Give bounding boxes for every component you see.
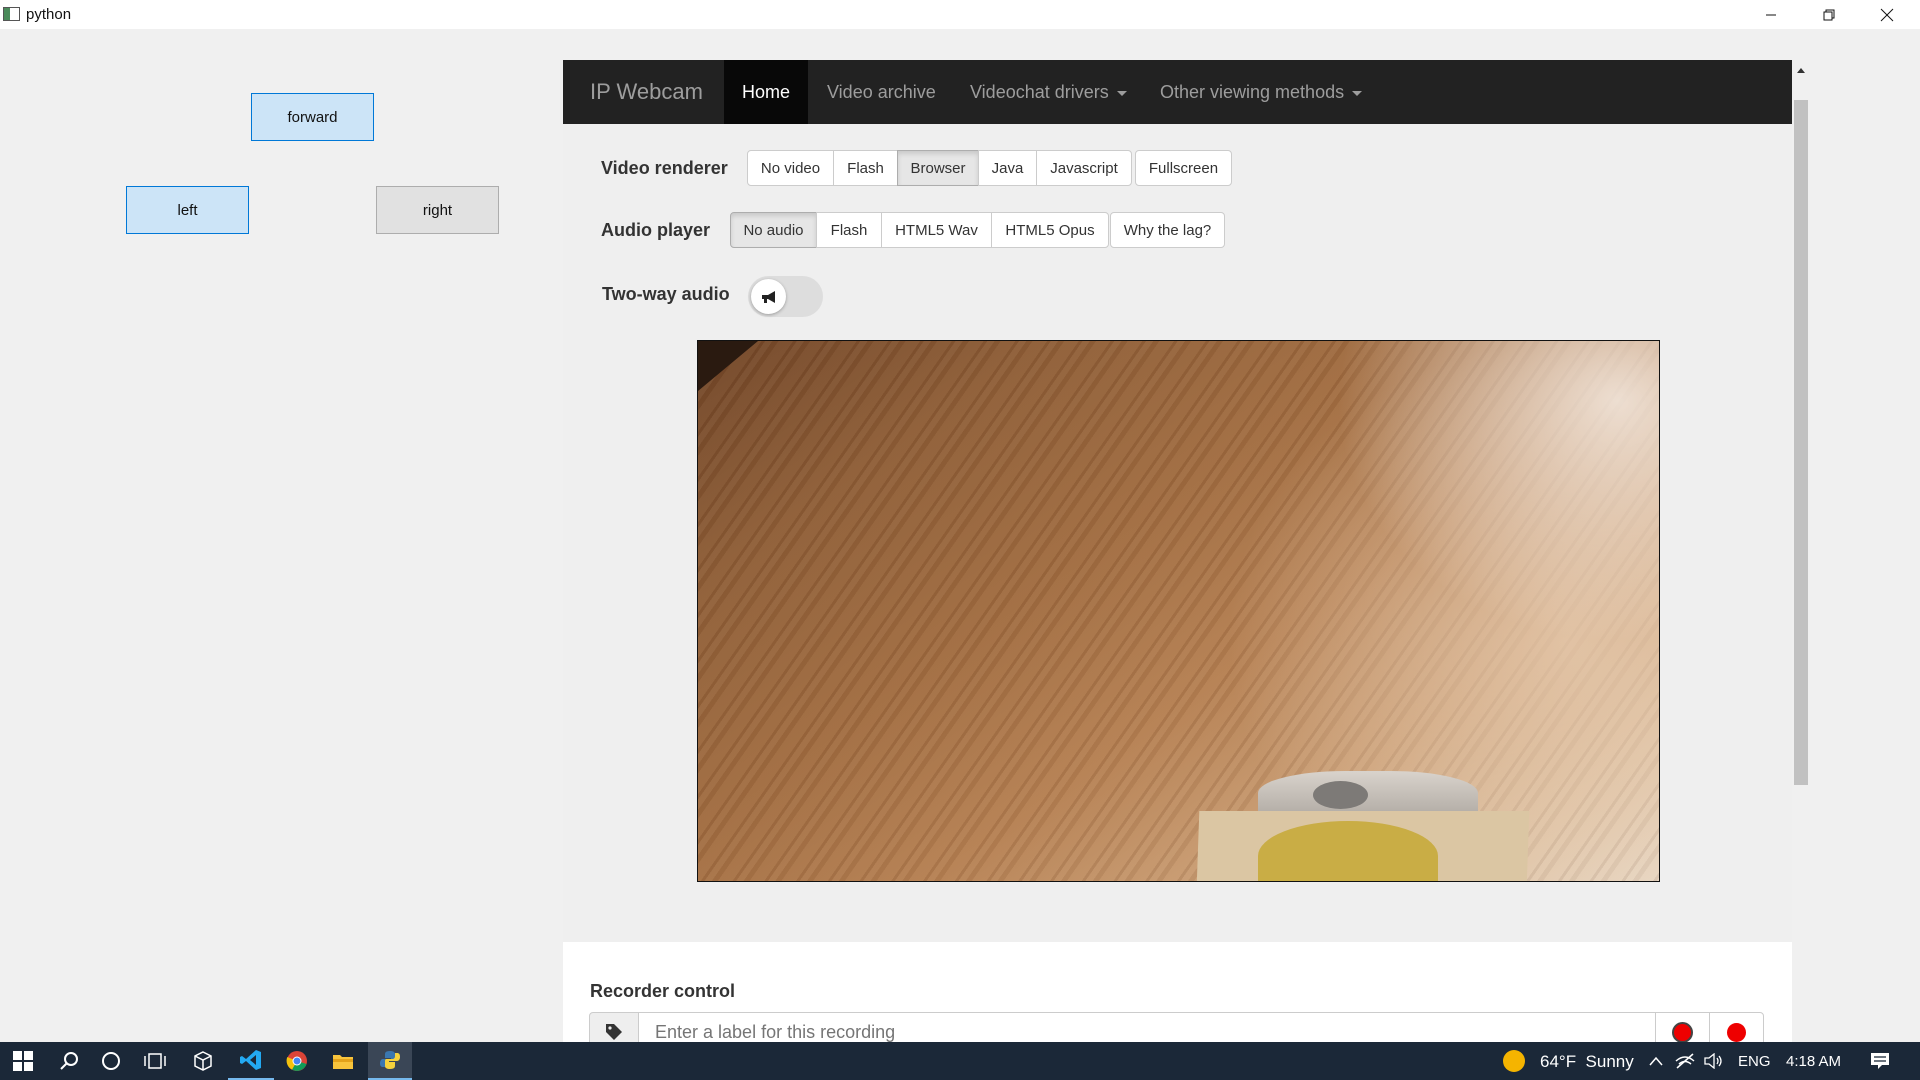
input-language[interactable]: ENG: [1738, 1053, 1771, 1070]
restore-button[interactable]: [1800, 0, 1858, 29]
fullscreen-group: Fullscreen: [1135, 150, 1232, 186]
caret-down-icon: [1116, 90, 1127, 96]
two-way-audio-toggle[interactable]: [748, 276, 823, 317]
audio-flash[interactable]: Flash: [816, 212, 882, 248]
search-button[interactable]: [46, 1042, 92, 1080]
tag-addon: [589, 1012, 639, 1042]
navbar: IP Webcam Home Video archive Videochat d…: [563, 60, 1792, 124]
video-renderer-group: No video Flash Browser Java Javascript: [747, 150, 1132, 186]
minimize-button[interactable]: [1742, 0, 1800, 29]
show-hidden-icons-button[interactable]: [1644, 1042, 1668, 1080]
network-offline-icon: [1675, 1053, 1695, 1069]
recording-label-input[interactable]: [638, 1012, 1656, 1042]
lag-help-group: Why the lag?: [1110, 212, 1225, 248]
volume-control[interactable]: [1700, 1042, 1728, 1080]
megaphone-icon: [761, 290, 775, 303]
video-shadow-corner: [698, 341, 758, 391]
folder-icon: [333, 1055, 353, 1069]
page-scrollbar[interactable]: [1792, 60, 1810, 1042]
renderer-browser[interactable]: Browser: [897, 150, 979, 186]
audio-html5-opus[interactable]: HTML5 Opus: [991, 212, 1109, 248]
forward-button[interactable]: forward: [251, 93, 374, 141]
chrome-icon: [286, 1051, 307, 1071]
notification-icon: [1871, 1053, 1889, 1069]
video-servo-gear: [1313, 781, 1368, 809]
taskbar: 64°F Sunny ENG 4:18 AM: [0, 1042, 1920, 1080]
tag-icon: [606, 1024, 622, 1040]
caret-down-icon: [1352, 90, 1363, 96]
video-yellow-tape: [1258, 821, 1438, 881]
record-icon: [1672, 1021, 1693, 1042]
two-way-audio-label: Two-way audio: [602, 284, 730, 304]
nav-videochat-drivers[interactable]: Videochat drivers: [970, 60, 1127, 124]
nav-home-label: Home: [741, 81, 790, 102]
nav-home[interactable]: Home: [724, 60, 808, 124]
record-icon: [1727, 1022, 1746, 1042]
cortana-button[interactable]: [88, 1042, 134, 1080]
task-view-button[interactable]: [132, 1042, 178, 1080]
nav-videochat-drivers-label: Videochat drivers: [970, 81, 1109, 102]
task-view-icon: [144, 1053, 166, 1069]
search-icon: [60, 1052, 78, 1070]
nav-video-archive[interactable]: Video archive: [827, 60, 936, 124]
windows-icon: [13, 1051, 33, 1071]
recorder-panel: Recorder control: [563, 942, 1792, 1042]
restore-icon: [1823, 9, 1835, 20]
title-bar: python: [0, 0, 1920, 29]
recorder-title: Recorder control: [590, 981, 736, 1001]
toggle-knob: [751, 279, 786, 314]
chevron-up-icon: [1649, 1056, 1663, 1066]
vscode-icon: [240, 1050, 261, 1070]
record-audio-button[interactable]: [1709, 1012, 1764, 1042]
notifications-button[interactable]: [1858, 1042, 1902, 1080]
clock[interactable]: 4:18 AM: [1786, 1053, 1841, 1070]
cortana-icon: [102, 1052, 120, 1070]
record-video-button[interactable]: [1655, 1012, 1710, 1042]
brand-link[interactable]: IP Webcam: [590, 79, 703, 105]
sun-icon: [1503, 1050, 1525, 1072]
speaker-icon: [1704, 1053, 1722, 1069]
minimize-icon: [1766, 14, 1776, 15]
renderer-javascript[interactable]: Javascript: [1036, 150, 1132, 186]
video-feed: [697, 340, 1660, 882]
webcam-page: IP Webcam Home Video archive Videochat d…: [563, 60, 1792, 1042]
close-button[interactable]: [1858, 0, 1916, 29]
renderer-flash[interactable]: Flash: [833, 150, 898, 186]
cube-icon: [194, 1051, 212, 1071]
nav-other-viewing-methods-label: Other viewing methods: [1160, 81, 1345, 102]
python-icon: [380, 1051, 400, 1069]
weather-widget[interactable]: [1491, 1042, 1537, 1080]
file-explorer-button[interactable]: [320, 1042, 366, 1080]
right-button[interactable]: right: [376, 186, 499, 234]
python-taskbar-button[interactable]: [368, 1042, 412, 1080]
scroll-up-arrow-icon[interactable]: [1797, 68, 1805, 73]
audio-html5-wav[interactable]: HTML5 Wav: [881, 212, 992, 248]
start-button[interactable]: [0, 1042, 46, 1080]
weather-text[interactable]: 64°F Sunny: [1540, 1052, 1634, 1072]
audio-player-label: Audio player: [601, 220, 711, 240]
audio-no-audio[interactable]: No audio: [730, 212, 817, 248]
window-title: python: [26, 6, 72, 23]
left-button[interactable]: left: [126, 186, 249, 234]
network-status[interactable]: [1672, 1042, 1698, 1080]
close-icon: [1880, 8, 1894, 21]
video-renderer-label: Video renderer: [601, 158, 728, 178]
3d-viewer-button[interactable]: [180, 1042, 226, 1080]
fullscreen-button[interactable]: Fullscreen: [1135, 150, 1232, 186]
vscode-button[interactable]: [228, 1042, 274, 1080]
nav-video-archive-label: Video archive: [827, 81, 936, 102]
audio-player-group: No audio Flash HTML5 Wav HTML5 Opus: [730, 212, 1109, 248]
renderer-no-video[interactable]: No video: [747, 150, 834, 186]
scroll-thumb[interactable]: [1794, 100, 1808, 785]
nav-other-viewing-methods[interactable]: Other viewing methods: [1160, 60, 1363, 124]
why-the-lag-button[interactable]: Why the lag?: [1110, 212, 1225, 248]
python-app-icon: [3, 7, 20, 21]
chrome-button[interactable]: [274, 1042, 320, 1080]
renderer-java[interactable]: Java: [978, 150, 1037, 186]
